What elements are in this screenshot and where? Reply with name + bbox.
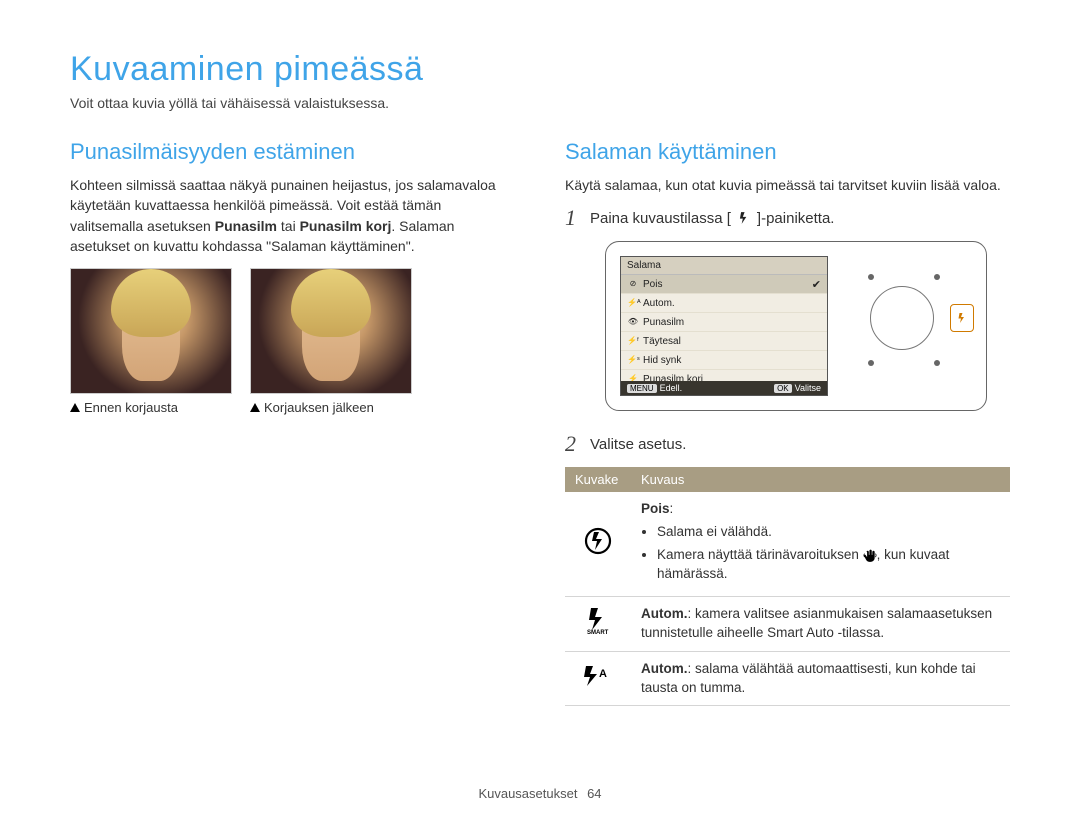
- page-title: Kuvaaminen pimeässä: [70, 50, 1010, 89]
- photo-after-block: Korjauksen jälkeen: [250, 268, 412, 415]
- check-icon: ✔: [812, 278, 821, 291]
- right-column: Salaman käyttäminen Käytä salamaa, kun o…: [565, 139, 1010, 706]
- off-icon: ⊘: [627, 279, 639, 289]
- dpad-icon: [870, 286, 934, 350]
- step-1-text-before: Paina kuvaustilassa [: [590, 210, 731, 227]
- redeye-icon: 👁: [627, 317, 639, 327]
- text: tai: [277, 218, 300, 234]
- control-dot: [868, 274, 874, 280]
- svg-text:A: A: [599, 668, 607, 680]
- flash-icon: [737, 211, 751, 225]
- menu-header: Salama: [621, 257, 827, 275]
- bullet: Kamera näyttää tärinävaroituksen , kun k…: [657, 546, 1000, 584]
- caption-after-text: Korjauksen jälkeen: [264, 400, 374, 415]
- photo-before: [70, 268, 232, 394]
- control-dot: [934, 274, 940, 280]
- icon-cell-smart: SMART: [565, 596, 631, 651]
- row-title: Autom.: [641, 661, 688, 676]
- triangle-icon: [70, 403, 80, 412]
- row-colon: :: [670, 501, 674, 516]
- row-title: Autom.: [641, 606, 688, 621]
- desc-cell-off: Pois: Salama ei välähdä. Kamera näyttää …: [631, 492, 1010, 596]
- menu-item-punasilm: 👁 Punasilm: [621, 313, 827, 332]
- step-1-number: 1: [565, 205, 576, 231]
- page-subtitle: Voit ottaa kuvia yöllä tai vähäisessä va…: [70, 95, 1010, 111]
- flash-smart-icon: SMART: [585, 607, 611, 635]
- menu-item-label: Hid synk: [643, 355, 681, 366]
- row-desc: kamera valitsee asianmukaisen salamaaset…: [641, 606, 992, 640]
- redeye-paragraph: Kohteen silmissä saattaa näkyä punainen …: [70, 175, 515, 256]
- step-2-number: 2: [565, 431, 576, 457]
- footer-label: Kuvausasetukset: [478, 786, 577, 801]
- menu-item-label: Punasilm: [643, 317, 684, 328]
- menu-footer: MENUEdell. OKValitse: [621, 381, 827, 395]
- bold-punasilm: Punasilm: [215, 218, 277, 234]
- left-column: Punasilmäisyyden estäminen Kohteen silmi…: [70, 139, 515, 706]
- table-row: Pois: Salama ei välähdä. Kamera näyttää …: [565, 492, 1010, 596]
- photo-after: [250, 268, 412, 394]
- flash-auto-icon: A: [583, 665, 613, 687]
- photo-before-block: Ennen korjausta: [70, 268, 232, 415]
- menu-item-label: Autom.: [643, 298, 675, 309]
- section-heading-flash: Salaman käyttäminen: [565, 139, 1010, 165]
- row-title: Pois: [641, 501, 670, 516]
- triangle-icon: [250, 403, 260, 412]
- flash-intro: Käytä salamaa, kun otat kuvia pimeässä t…: [565, 175, 1010, 195]
- flash-auto-icon: ⚡ᴬ: [627, 298, 639, 308]
- svg-text:SMART: SMART: [587, 630, 609, 635]
- desc-cell-smart: Autom.: kamera valitsee asianmukaisen sa…: [631, 596, 1010, 651]
- fill-flash-icon: ⚡ᶠ: [627, 336, 639, 346]
- icon-cell-off: [565, 492, 631, 596]
- camera-diagram: Salama ⊘ Pois ✔ ⚡ᴬ Autom. 👁 Punasilm: [605, 241, 987, 411]
- col-header-icon: Kuvake: [565, 467, 631, 492]
- options-table: Kuvake Kuvaus Pois:: [565, 467, 1010, 706]
- example-photos: Ennen korjausta Korjauksen jälkeen: [70, 268, 515, 415]
- step-2-text: Valitse asetus.: [590, 436, 686, 453]
- menu-item-taytesal: ⚡ᶠ Täytesal: [621, 332, 827, 351]
- table-row: SMART Autom.: kamera valitsee asianmukai…: [565, 596, 1010, 651]
- slow-sync-icon: ⚡ˢ: [627, 355, 639, 365]
- bold-punasilm-korj: Punasilm korj: [300, 218, 392, 234]
- step-1: 1 Paina kuvaustilassa [ ]-painiketta.: [565, 205, 1010, 231]
- desc-cell-auto: Autom.: salama välähtää automaattisesti,…: [631, 651, 1010, 706]
- control-dot: [934, 360, 940, 366]
- menu-item-label: Pois: [643, 279, 662, 290]
- bullet-list: Salama ei välähdä. Kamera näyttää tärinä…: [641, 523, 1000, 584]
- shake-warning-icon: [863, 549, 877, 563]
- table-row: A Autom.: salama välähtää automaattisest…: [565, 651, 1010, 706]
- caption-after: Korjauksen jälkeen: [250, 400, 412, 415]
- section-heading-redeye: Punasilmäisyyden estäminen: [70, 139, 515, 165]
- control-dot: [868, 360, 874, 366]
- menu-button-chip: MENU: [627, 384, 657, 393]
- caption-before: Ennen korjausta: [70, 400, 232, 415]
- camera-screen: Salama ⊘ Pois ✔ ⚡ᴬ Autom. 👁 Punasilm: [620, 256, 828, 396]
- step-1-text-after: ]-painiketta.: [757, 210, 835, 227]
- row-desc: salama välähtää automaattisesti, kun koh…: [641, 661, 976, 695]
- flash-off-icon: [583, 526, 613, 556]
- flash-button-highlight: [950, 304, 974, 332]
- icon-cell-auto: A: [565, 651, 631, 706]
- step-2: 2 Valitse asetus.: [565, 431, 1010, 457]
- menu-item-autom: ⚡ᴬ Autom.: [621, 294, 827, 313]
- ok-button-chip: OK: [774, 384, 792, 393]
- page-footer: Kuvausasetukset 64: [0, 786, 1080, 801]
- menu-item-pois: ⊘ Pois ✔: [621, 275, 827, 294]
- menu-footer-right: Valitse: [795, 383, 821, 393]
- menu-footer-left: Edell.: [660, 383, 683, 393]
- page-number: 64: [587, 786, 601, 801]
- col-header-desc: Kuvaus: [631, 467, 1010, 492]
- menu-item-hidsynk: ⚡ˢ Hid synk: [621, 351, 827, 370]
- bullet: Salama ei välähdä.: [657, 523, 1000, 542]
- caption-before-text: Ennen korjausta: [84, 400, 178, 415]
- menu-item-label: Täytesal: [643, 336, 681, 347]
